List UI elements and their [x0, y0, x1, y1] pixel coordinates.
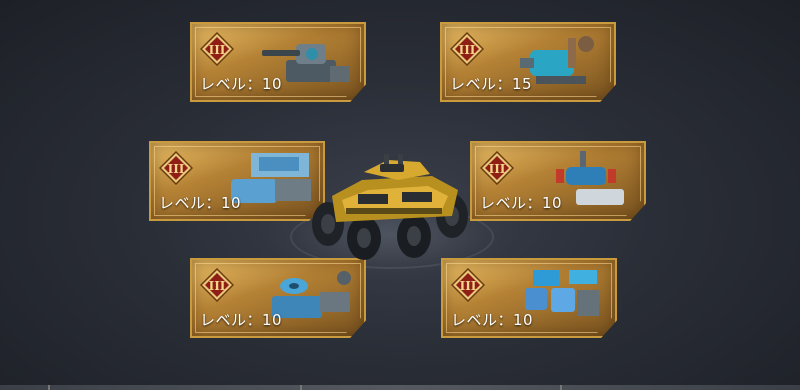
part-card-wheel[interactable]: III レベル：10: [190, 258, 366, 338]
tier-badge-icon: III: [450, 32, 484, 66]
part-card-crane[interactable]: III レベル：10: [470, 141, 646, 221]
level-label: レベル：10: [480, 194, 563, 212]
divider-tick: [300, 385, 302, 390]
tier-badge-icon: III: [200, 32, 234, 66]
svg-text:III: III: [168, 162, 185, 176]
divider-tick: [48, 385, 50, 390]
svg-text:III: III: [209, 279, 226, 293]
part-card-turret[interactable]: III レベル：10: [190, 22, 366, 102]
level-label: レベル：10: [200, 75, 283, 93]
svg-text:III: III: [460, 279, 477, 293]
level-label: レベル：15: [450, 75, 533, 93]
tier-badge-icon: III: [480, 151, 514, 185]
divider-tick: [560, 385, 562, 390]
part-card-armor[interactable]: III レベル：10: [149, 141, 325, 221]
svg-text:III: III: [459, 43, 476, 57]
tier-badge-icon: III: [451, 268, 485, 302]
level-label: レベル：10: [159, 194, 242, 212]
armored-vehicle-icon[interactable]: [302, 150, 478, 262]
svg-text:III: III: [489, 162, 506, 176]
tier-badge-icon: III: [159, 151, 193, 185]
level-label: レベル：10: [200, 311, 283, 329]
level-label: レベル：10: [451, 311, 534, 329]
svg-text:III: III: [209, 43, 226, 57]
bottom-divider: [0, 385, 800, 390]
part-card-electronics[interactable]: III レベル：10: [441, 258, 617, 338]
tier-badge-icon: III: [200, 268, 234, 302]
part-card-engine[interactable]: III レベル：15: [440, 22, 616, 102]
